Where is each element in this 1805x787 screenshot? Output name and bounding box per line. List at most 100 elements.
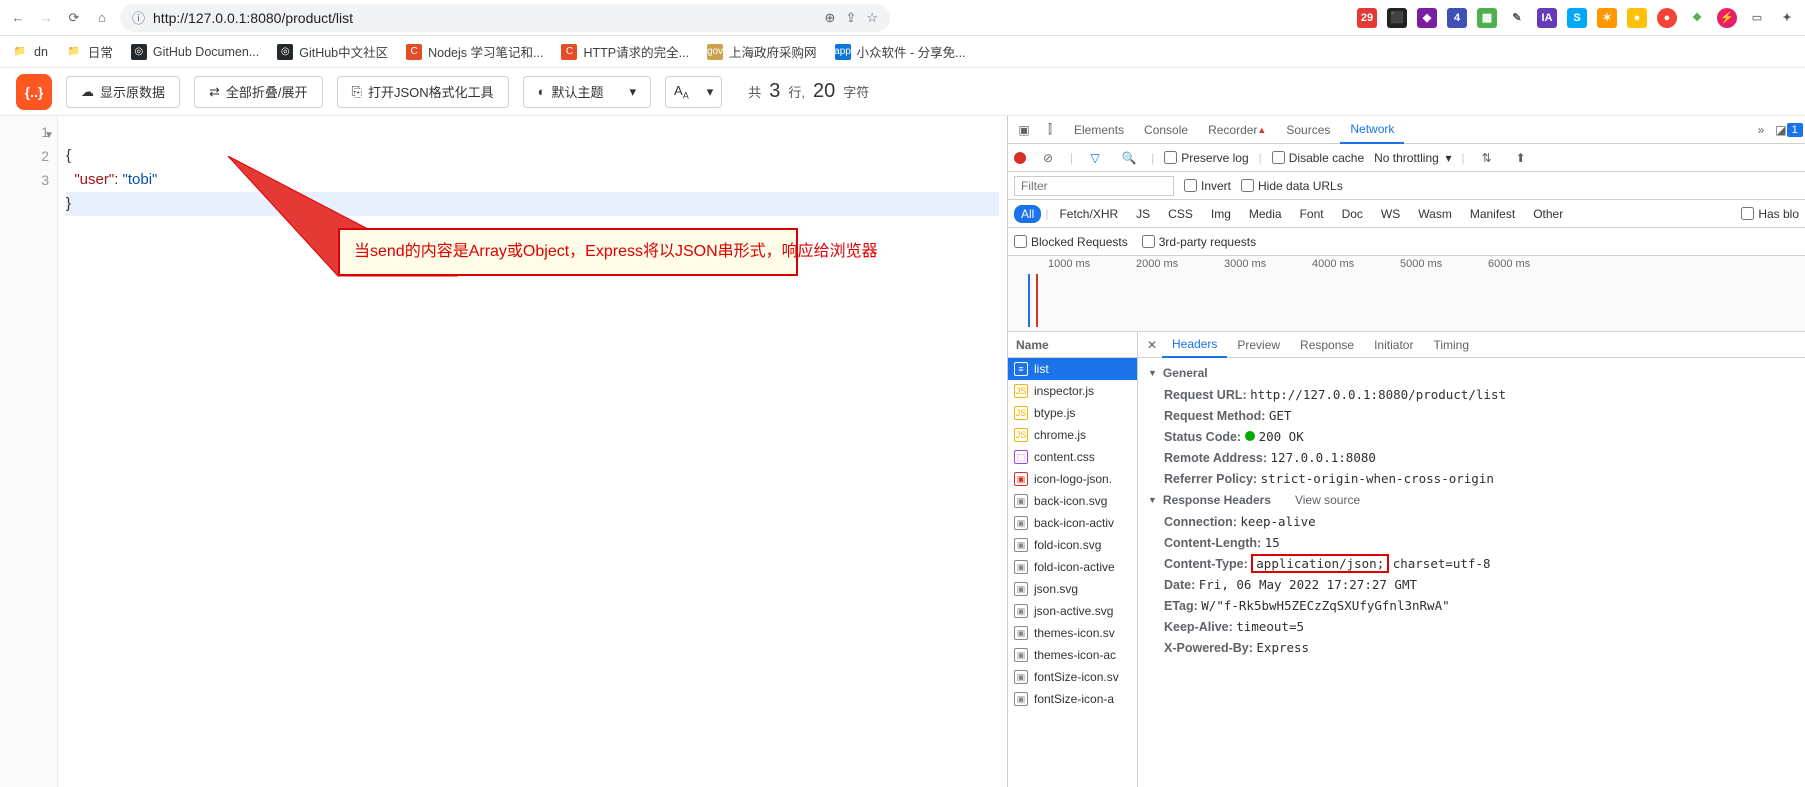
type-filter-ws[interactable]: WS [1374,205,1407,223]
home-button[interactable]: ⌂ [92,8,112,28]
response-headers-section[interactable]: ▼Response HeadersView source [1138,489,1805,511]
network-timeline[interactable]: 1000 ms2000 ms3000 ms4000 ms5000 ms6000 … [1008,256,1805,332]
request-row[interactable]: ▣back-icon-activ [1008,512,1137,534]
upload-icon[interactable]: ⬆ [1509,146,1533,170]
clear-icon[interactable]: ⊘ [1036,146,1060,170]
ext-icon-1[interactable]: 29 [1357,8,1377,28]
bookmark-item[interactable]: ◎GitHub中文社区 [277,42,388,61]
wifi-icon[interactable]: ⇅ [1475,146,1499,170]
bookmark-item[interactable]: 📁日常 [66,42,113,61]
request-row[interactable]: ▣back-icon.svg [1008,490,1137,512]
address-bar[interactable]: ⓘ http://127.0.0.1:8080/product/list ⊕ ⇪… [120,4,890,32]
json-code[interactable]: { "user": "tobi"} 当send的内容是Array或Object，… [58,116,1007,787]
devtools-tab-console[interactable]: Console [1134,116,1198,144]
detail-tab-preview[interactable]: Preview [1227,332,1290,358]
disable-cache-checkbox[interactable]: Disable cache [1272,151,1364,165]
name-column-header[interactable]: Name [1008,332,1137,358]
third-party-checkbox[interactable]: 3rd-party requests [1142,235,1256,249]
ext-icon-13[interactable]: ▭ [1747,8,1767,28]
bookmark-item[interactable]: CNodejs 学习笔记和... [406,42,543,61]
extensions-icon[interactable]: ✦ [1777,8,1797,28]
zoom-icon[interactable]: ⊕ [825,10,836,26]
ext-icon-8[interactable]: ✶ [1597,8,1617,28]
ext-icon-3[interactable]: ◆ [1417,8,1437,28]
more-tabs-icon[interactable]: » [1749,118,1773,142]
reload-button[interactable]: ⟳ [64,8,84,28]
type-filter-js[interactable]: JS [1129,205,1157,223]
type-filter-wasm[interactable]: Wasm [1411,205,1459,223]
request-row[interactable]: ▣json.svg [1008,578,1137,600]
ext-icon-5[interactable]: ▦ [1477,8,1497,28]
search-icon[interactable]: 🔍 [1117,146,1141,170]
request-row[interactable]: JSbtype.js [1008,402,1137,424]
bookmark-item[interactable]: ◎GitHub Documen... [131,44,259,60]
has-blocked-checkbox[interactable]: Has blo [1741,207,1799,221]
general-section[interactable]: ▼General [1138,362,1805,384]
type-filter-other[interactable]: Other [1526,205,1570,223]
type-filter-img[interactable]: Img [1204,205,1238,223]
request-row[interactable]: ▣themes-icon-ac [1008,644,1137,666]
devtools-tab-sources[interactable]: Sources [1276,116,1340,144]
close-detail-button[interactable]: ✕ [1142,338,1162,352]
detail-tab-headers[interactable]: Headers [1162,332,1227,358]
open-formatter-button[interactable]: ⎘打开JSON格式化工具 [337,76,509,108]
back-button[interactable]: ← [8,8,28,28]
preserve-log-checkbox[interactable]: Preserve log [1164,151,1248,165]
bookmark-item[interactable]: gov上海政府采购网 [707,42,817,61]
record-button[interactable] [1014,152,1026,164]
detail-tab-initiator[interactable]: Initiator [1364,332,1423,358]
bookmark-item[interactable]: 📁dn [12,44,48,60]
ext-icon-9[interactable]: ● [1627,8,1647,28]
device-icon[interactable]: ⫿ [1038,118,1062,142]
throttling-select[interactable]: No throttling ▾ [1374,151,1451,165]
issues-icon[interactable]: ◪ 1 [1777,118,1801,142]
detail-tab-timing[interactable]: Timing [1423,332,1479,358]
request-row[interactable]: ▣fold-icon.svg [1008,534,1137,556]
request-row[interactable]: ▣icon-logo-json. [1008,468,1137,490]
font-size-select[interactable]: AA▾ [665,76,722,108]
filter-input[interactable] [1014,176,1174,196]
bookmark-item[interactable]: app小众软件 - 分享免... [835,42,966,61]
type-filter-fetch-xhr[interactable]: Fetch/XHR [1052,205,1125,223]
request-row[interactable]: ▣fontSize-icon.sv [1008,666,1137,688]
ext-icon-12[interactable]: ⚡ [1717,8,1737,28]
blocked-requests-checkbox[interactable]: Blocked Requests [1014,235,1128,249]
ext-icon-4[interactable]: 4 [1447,8,1467,28]
ext-icon-10[interactable]: ● [1657,8,1677,28]
show-raw-button[interactable]: ☁显示原数据 [66,76,180,108]
type-filter-media[interactable]: Media [1242,205,1289,223]
filter-icon[interactable]: ▽ [1083,146,1107,170]
detail-tab-response[interactable]: Response [1290,332,1364,358]
fold-icon[interactable]: ▼ [44,124,54,148]
request-row[interactable]: JSchrome.js [1008,424,1137,446]
inspect-icon[interactable]: ▣ [1012,118,1036,142]
hide-data-urls-checkbox[interactable]: Hide data URLs [1241,179,1343,193]
star-icon[interactable]: ☆ [866,10,878,26]
request-row[interactable]: ▣fontSize-icon-a [1008,688,1137,710]
request-row[interactable]: ≡list [1008,358,1137,380]
request-row[interactable]: ▣fold-icon-active [1008,556,1137,578]
ext-icon-7[interactable]: S [1567,8,1587,28]
type-filter-css[interactable]: CSS [1161,205,1200,223]
devtools-tab-recorder[interactable]: Recorder ▲ [1198,116,1276,144]
request-row[interactable]: JSinspector.js [1008,380,1137,402]
request-row[interactable]: ▣themes-icon.sv [1008,622,1137,644]
invert-checkbox[interactable]: Invert [1184,179,1231,193]
devtools-tab-elements[interactable]: Elements [1064,116,1134,144]
request-row[interactable]: ▣json-active.svg [1008,600,1137,622]
theme-select[interactable]: ◐默认主题▾ [523,76,651,108]
collapse-all-button[interactable]: ⇄全部折叠/展开 [194,76,323,108]
type-filter-doc[interactable]: Doc [1335,205,1370,223]
forward-button[interactable]: → [36,8,56,28]
ext-icon-11[interactable]: ❖ [1687,8,1707,28]
request-row[interactable]: ⬚content.css [1008,446,1137,468]
eyedropper-icon[interactable]: ✎ [1507,8,1527,28]
type-filter-manifest[interactable]: Manifest [1463,205,1522,223]
type-filter-font[interactable]: Font [1293,205,1331,223]
ext-icon-6[interactable]: IA [1537,8,1557,28]
ext-icon-2[interactable]: ⬛ [1387,8,1407,28]
bookmark-item[interactable]: CHTTP请求的完全... [561,42,689,61]
type-filter-all[interactable]: All [1014,205,1041,223]
devtools-tab-network[interactable]: Network [1340,116,1404,144]
share-icon[interactable]: ⇪ [845,10,856,26]
